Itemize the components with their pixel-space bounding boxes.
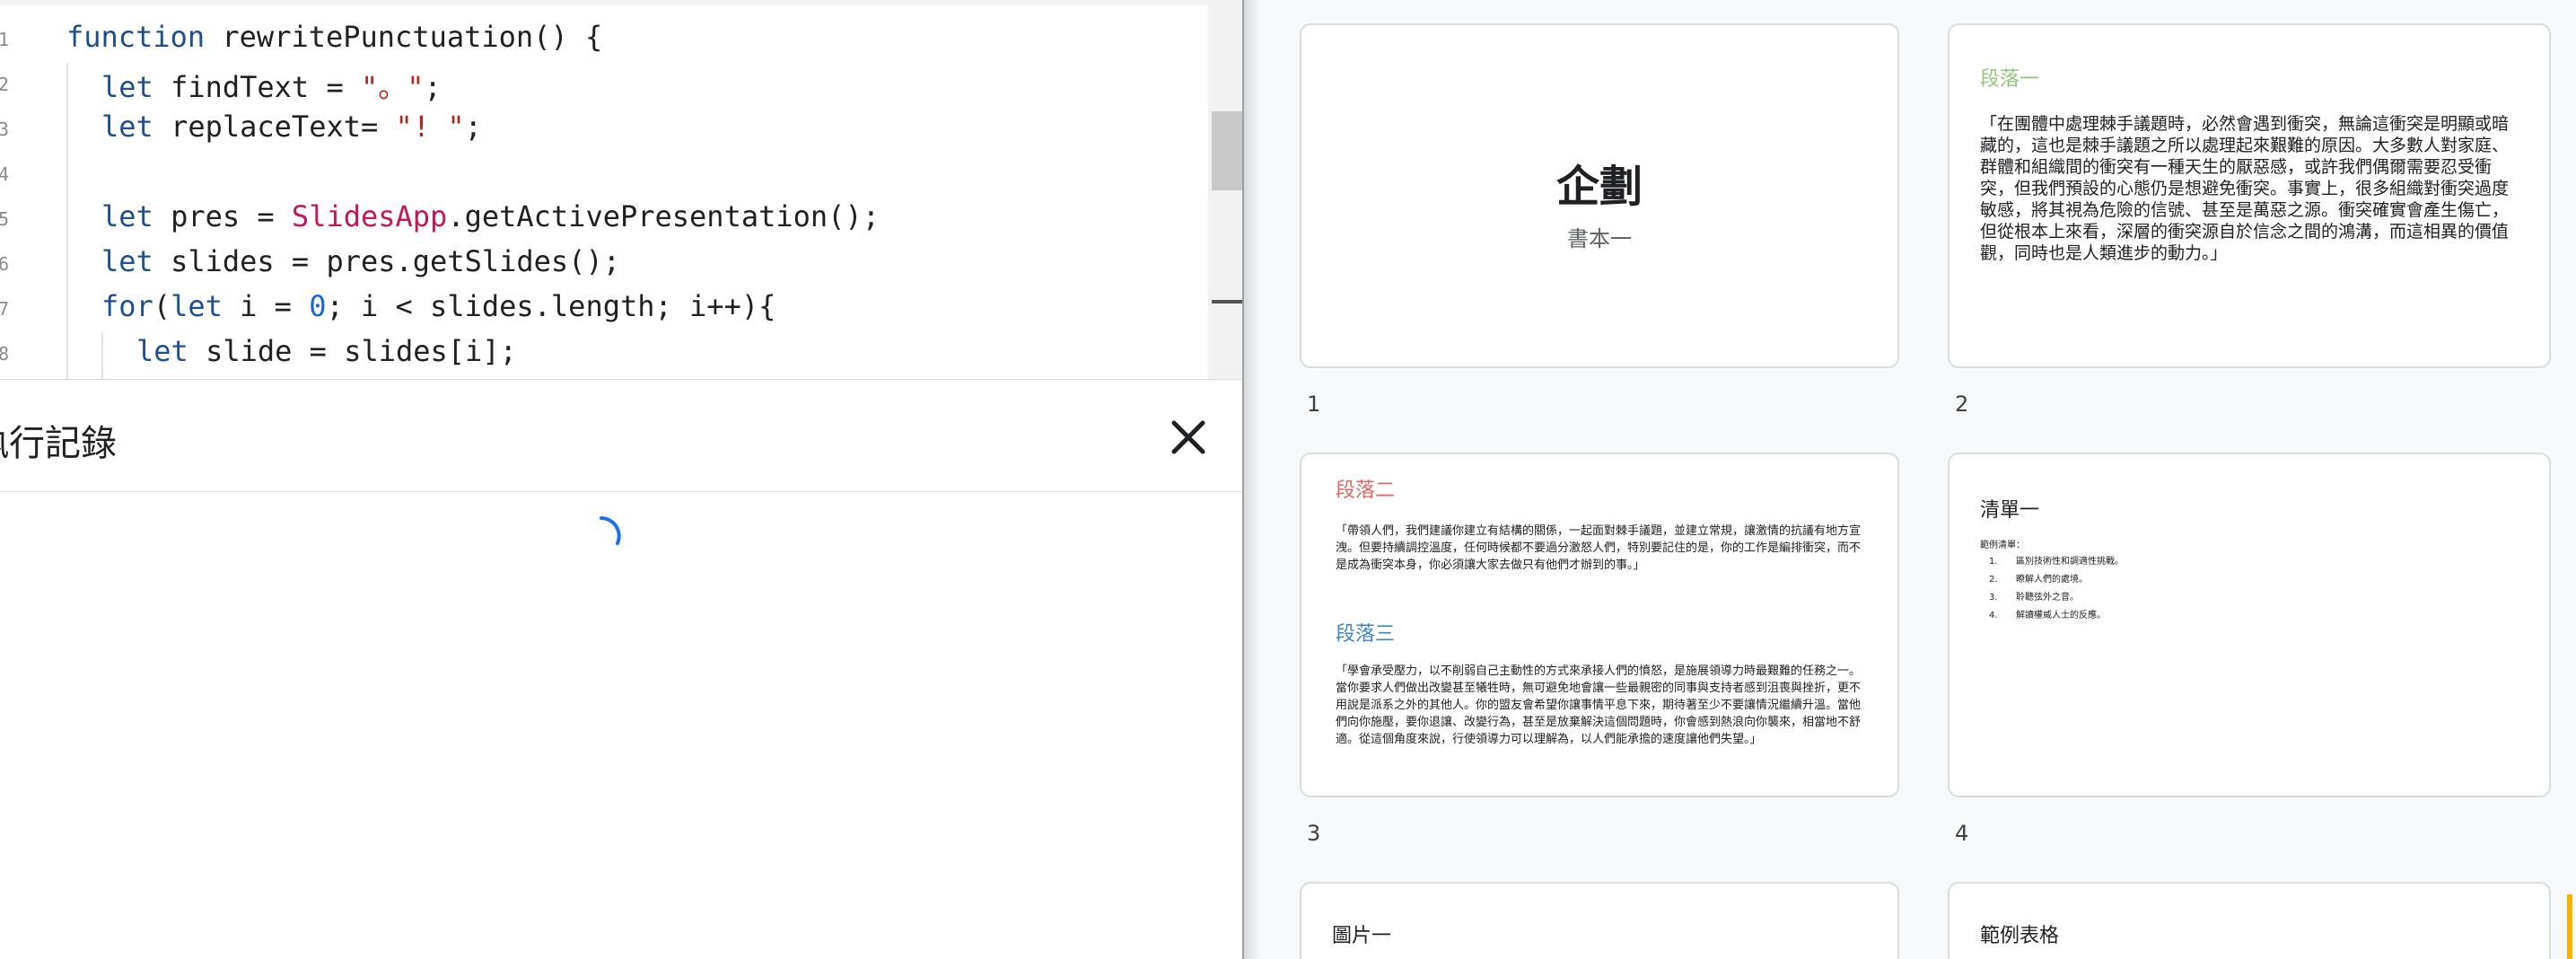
code-keyword: let: [101, 110, 153, 144]
slide-thumbnail-3[interactable]: 段落二 「帶領人們，我們建議你建立有結構的關係，一起面對棘手議題，並建立常規，讓…: [1300, 453, 1899, 797]
code-line-7[interactable]: for(let i = 0; i < slides.length; i++){: [101, 289, 775, 323]
code-editor[interactable]: 1 2 3 4 5 6 7 8 function rewritePunctuat…: [0, 0, 1242, 379]
loading-spinner-icon: [596, 513, 632, 552]
slide-heading: 段落三: [1336, 623, 1396, 646]
list-item-text: 瞭解人們的處境。: [2016, 575, 2088, 585]
code-text: findText =: [153, 70, 361, 104]
slide-heading: 範例表格: [1980, 925, 2060, 947]
list-item: 1. 區別技術性和調適性挑戰。: [1989, 553, 2348, 571]
slide-list: 1. 區別技術性和調適性挑戰。 2. 瞭解人們的處境。 3. 聆聽弦外之音。 4. 解讀…: [1989, 553, 2348, 625]
slide-subtitle: 書本一: [1567, 226, 1632, 251]
slide-paragraph: 「學會承受壓力，以不削弱自己主動性的方式來承接人們的憤怒，是施展領導力時最艱難的…: [1336, 664, 1862, 746]
code-keyword: function: [66, 20, 206, 54]
code-line-8[interactable]: let slide = slides[i];: [136, 334, 517, 368]
code-line-6[interactable]: let slides = pres.getSlides();: [101, 244, 620, 278]
slide-number: 1: [1307, 392, 1321, 417]
code-text: rewritePunctuation() {: [205, 20, 603, 54]
code-text: i =: [222, 289, 310, 323]
list-item: 3. 聆聽弦外之音。: [1989, 589, 2348, 607]
list-item: 4. 解讀權威人士的反應。: [1989, 607, 2348, 625]
slide-thumbnail-2[interactable]: 段落一 「在團體中處理棘手議題時，必然會遇到衝突，無論這衝突是明顯或暗藏的，這也…: [1948, 23, 2551, 368]
line-number: 4: [0, 163, 9, 185]
line-number: 2: [0, 74, 9, 95]
code-text: slide = slides[i];: [188, 334, 517, 368]
slide-thumbnail-1[interactable]: 企劃 書本一: [1300, 23, 1899, 368]
code-keyword: let: [136, 334, 188, 368]
list-number: 4.: [1989, 611, 1998, 620]
slide-list-label: 範例清單：: [1980, 541, 2025, 550]
code-line-1[interactable]: function rewritePunctuation() {: [66, 20, 602, 54]
list-number: 2.: [1989, 575, 1998, 585]
code-line-5[interactable]: let pres = SlidesApp.getActivePresentati…: [101, 199, 880, 233]
slide-number: 3: [1307, 821, 1321, 846]
code-line-3[interactable]: let replaceText= "! ";: [101, 110, 482, 144]
line-number: 7: [0, 298, 9, 320]
indent-guide: [101, 332, 103, 379]
list-item: 2. 瞭解人們的處境。: [1989, 571, 2348, 589]
slide-heading: 圖片一: [1332, 925, 1392, 947]
code-class: SlidesApp: [291, 199, 448, 233]
close-icon: [1171, 420, 1205, 454]
slides-preview-pane: 企劃 書本一 1 段落一 「在團體中處理棘手議題時，必然會遇到衝突，無論這衝突是…: [1244, 0, 2576, 959]
code-string: "。": [360, 70, 425, 104]
slide-heading: 清單一: [1980, 499, 2040, 522]
script-editor-pane: 1 2 3 4 5 6 7 8 function rewritePunctuat…: [0, 0, 1242, 959]
list-number: 1.: [1989, 557, 1998, 567]
code-text: ;: [464, 110, 482, 144]
code-text: .getActivePresentation();: [447, 199, 880, 233]
slide-paragraph: 「帶領人們，我們建議你建立有結構的關係，一起面對棘手議題，並建立常規，讓激情的抗…: [1336, 524, 1862, 572]
editor-top-border: [0, 0, 1242, 5]
close-log-button[interactable]: [1163, 412, 1214, 462]
line-number: 5: [0, 208, 9, 230]
editor-scrollbar-thumb[interactable]: [1212, 111, 1242, 190]
side-panel-edge-marker: [2567, 894, 2572, 959]
code-string: "! ": [395, 110, 465, 144]
list-item-text: 解讀權威人士的反應。: [2016, 611, 2106, 620]
scrollbar-cursor-marker: [1212, 300, 1242, 304]
line-number: 3: [0, 119, 9, 140]
slide-thumbnail-6[interactable]: 範例表格: [1948, 882, 2551, 959]
code-number: 0: [309, 289, 327, 323]
slide-thumbnail-5[interactable]: 圖片一: [1300, 882, 1899, 959]
slide-number: 2: [1955, 392, 1969, 417]
indent-guide: [66, 63, 68, 379]
list-item-text: 聆聽弦外之音。: [2016, 593, 2079, 603]
code-keyword: let: [101, 244, 153, 278]
list-item-text: 區別技術性和調適性挑戰。: [2016, 557, 2124, 567]
code-text: pres =: [153, 199, 292, 233]
line-number: 6: [0, 253, 9, 275]
slide-thumbnail-4[interactable]: 清單一 範例清單： 1. 區別技術性和調適性挑戰。 2. 瞭解人們的處境。 3. 聆聽…: [1948, 453, 2551, 797]
list-number: 3.: [1989, 593, 1998, 603]
code-text: replaceText=: [153, 110, 396, 144]
slide-heading: 段落一: [1980, 68, 2040, 91]
pane-shadow: [1244, 0, 1260, 959]
code-text: (: [153, 289, 171, 323]
execution-log-title: 執行記錄: [0, 423, 117, 464]
code-text: slides = pres.getSlides();: [153, 244, 620, 278]
slide-number: 4: [1955, 821, 1969, 846]
code-text: ; i < slides.length; i++){: [326, 289, 776, 323]
line-number: 8: [0, 343, 9, 365]
code-line-2[interactable]: let findText = "。";: [101, 65, 442, 106]
code-keyword: let: [101, 199, 153, 233]
slide-title: 企劃: [1555, 162, 1643, 212]
code-keyword: for: [101, 289, 153, 323]
execution-log-header: 執行記錄: [0, 380, 1242, 492]
code-text: ;: [424, 70, 442, 104]
slide-heading: 段落二: [1336, 480, 1396, 502]
execution-log-panel: 執行記錄: [0, 379, 1242, 959]
slide-paragraph: 「在團體中處理棘手議題時，必然會遇到衝突，無論這衝突是明顯或暗藏的，這也是棘手議…: [1980, 114, 2510, 263]
code-keyword: let: [101, 70, 153, 104]
code-keyword: let: [171, 289, 223, 323]
line-number: 1: [0, 29, 9, 50]
